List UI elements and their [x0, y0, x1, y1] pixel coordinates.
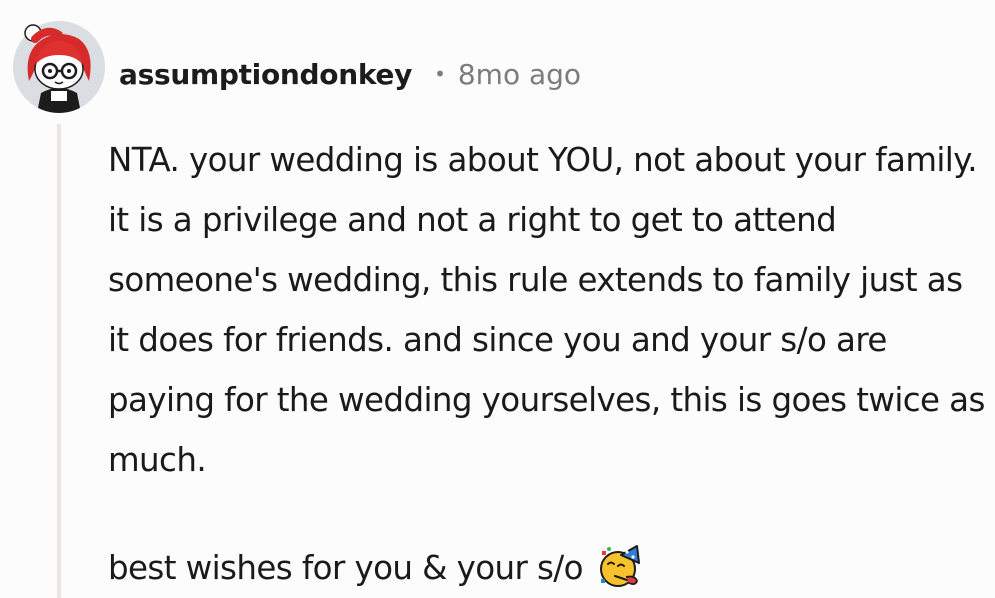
username-link[interactable]: assumptiondonkey — [119, 58, 412, 91]
comment-paragraph-text: best wishes for you & your s/o — [108, 549, 584, 587]
partying-face-icon — [597, 543, 643, 589]
separator-dot: • — [434, 62, 446, 86]
comment-body: NTA. your wedding is about YOU, not abou… — [108, 130, 988, 598]
snoo-avatar-icon — [13, 21, 105, 113]
timestamp[interactable]: 8mo ago — [458, 58, 581, 91]
comment-header: assumptiondonkey • 8mo ago — [119, 52, 581, 96]
comment-paragraph: NTA. your wedding is about YOU, not abou… — [108, 141, 985, 479]
thread-line[interactable] — [57, 124, 61, 598]
user-avatar[interactable] — [13, 21, 105, 113]
comment: assumptiondonkey • 8mo ago NTA. your wed… — [0, 0, 995, 598]
comment-paragraph: best wishes for you & your s/o — [108, 538, 988, 598]
